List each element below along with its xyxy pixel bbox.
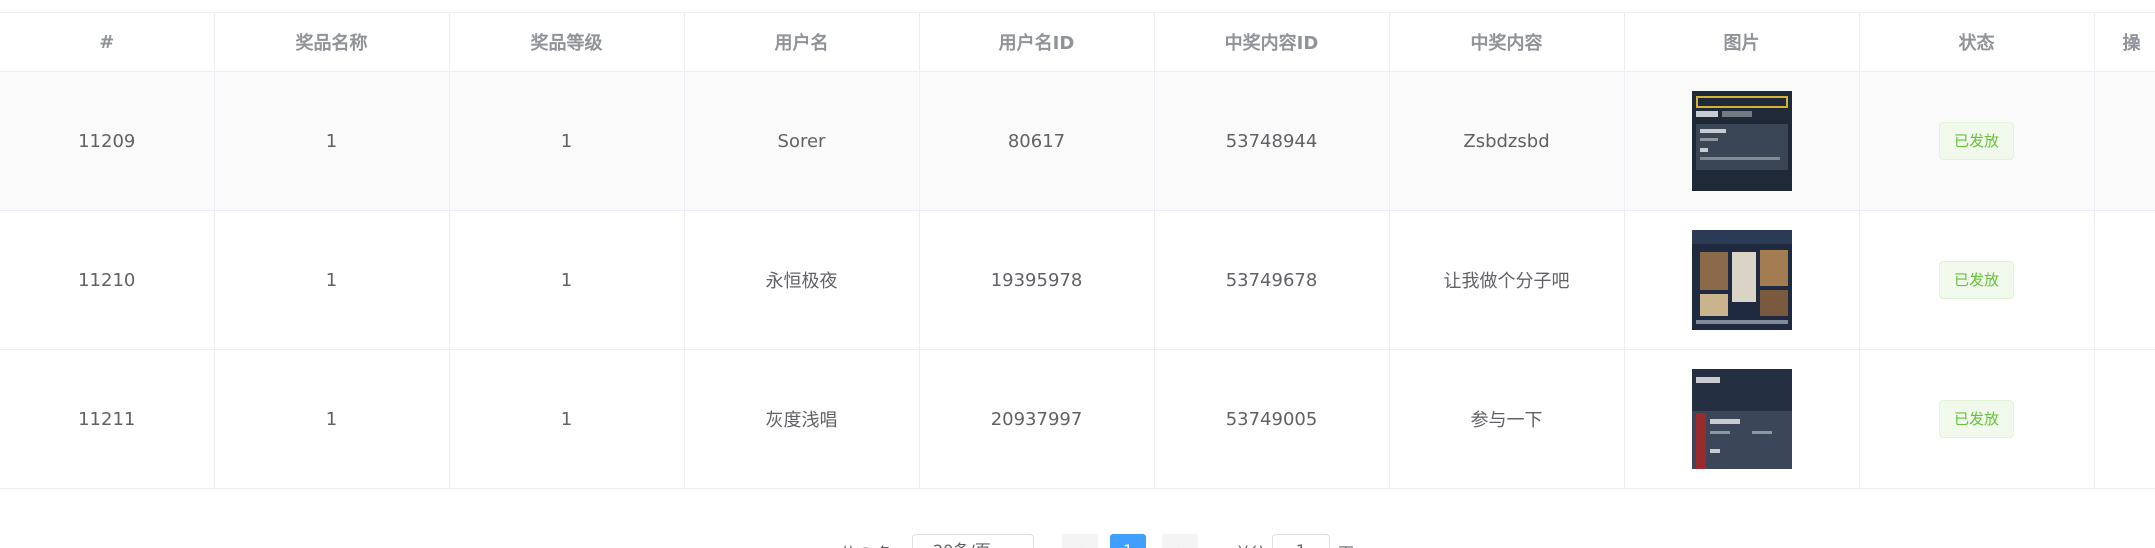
- cell-user-id: 80617: [919, 71, 1155, 211]
- page-number-button[interactable]: 1: [1110, 534, 1146, 548]
- cell-content-id: 53749678: [1154, 210, 1390, 350]
- cell-index: 11211: [0, 349, 215, 489]
- prize-records-table: # 奖品名称 奖品等级 用户名 用户名ID 中奖内容ID 中奖内容 图片 状态 …: [0, 12, 2155, 489]
- cell-prize-level: 1: [449, 71, 685, 211]
- cell-index: 11210: [0, 210, 215, 350]
- cell-image: [1624, 349, 1860, 489]
- header-username: 用户名: [684, 12, 920, 72]
- cell-actions: [2094, 349, 2155, 489]
- cell-prize-level: 1: [449, 349, 685, 489]
- table-header: # 奖品名称 奖品等级 用户名 用户名ID 中奖内容ID 中奖内容 图片 状态 …: [0, 12, 2155, 72]
- header-content-id: 中奖内容ID: [1154, 12, 1390, 72]
- status-badge: 已发放: [1938, 122, 2014, 160]
- cell-image: [1624, 71, 1860, 211]
- page-jump-input[interactable]: 1: [1272, 534, 1330, 548]
- chevron-right-icon[interactable]: ›: [1162, 534, 1198, 548]
- header-prize-name: 奖品名称: [214, 12, 450, 72]
- header-status: 状态: [1859, 12, 2095, 72]
- cell-content: 让我做个分子吧: [1389, 210, 1625, 350]
- table-row: 11210 1 1 永恒极夜 19395978 53749678 让我做个分子吧: [0, 210, 2155, 350]
- screenshot-thumbnail[interactable]: [1691, 91, 1792, 191]
- pagination: 共 3 条 20条/页 ‹ 1 › 前往 1 页: [0, 530, 2155, 548]
- cell-prize-name: 1: [214, 349, 450, 489]
- table-row: 11211 1 1 灰度浅唱 20937997 53749005 参与一下 已发…: [0, 349, 2155, 489]
- screenshot-thumbnail[interactable]: [1691, 369, 1792, 469]
- header-prize-level: 奖品等级: [449, 12, 685, 72]
- header-actions: 操: [2094, 12, 2155, 72]
- pagination-total: 共 3 条: [840, 540, 892, 548]
- chevron-left-icon[interactable]: ‹: [1062, 534, 1098, 548]
- cell-index: 11209: [0, 71, 215, 211]
- cell-prize-name: 1: [214, 71, 450, 211]
- cell-user-id: 20937997: [919, 349, 1155, 489]
- goto-label: 前往: [1235, 540, 1267, 548]
- cell-status: 已发放: [1859, 349, 2095, 489]
- cell-username: 永恒极夜: [684, 210, 920, 350]
- table-row: 11209 1 1 Sorer 80617 53748944 Zsbdzsbd: [0, 71, 2155, 211]
- cell-actions: [2094, 71, 2155, 211]
- cell-actions: [2094, 210, 2155, 350]
- cell-username: Sorer: [684, 71, 920, 211]
- prize-records-page: # 奖品名称 奖品等级 用户名 用户名ID 中奖内容ID 中奖内容 图片 状态 …: [0, 0, 2155, 548]
- cell-status: 已发放: [1859, 210, 2095, 350]
- cell-content: Zsbdzsbd: [1389, 71, 1625, 211]
- cell-prize-name: 1: [214, 210, 450, 350]
- page-size-select[interactable]: 20条/页: [912, 534, 1034, 548]
- status-badge: 已发放: [1938, 261, 2014, 299]
- cell-username: 灰度浅唱: [684, 349, 920, 489]
- header-user-id: 用户名ID: [919, 12, 1155, 72]
- header-image: 图片: [1624, 12, 1860, 72]
- header-index: #: [0, 12, 215, 72]
- cell-content-id: 53749005: [1154, 349, 1390, 489]
- header-row: # 奖品名称 奖品等级 用户名 用户名ID 中奖内容ID 中奖内容 图片 状态 …: [0, 12, 2155, 72]
- cell-status: 已发放: [1859, 71, 2095, 211]
- cell-prize-level: 1: [449, 210, 685, 350]
- header-content: 中奖内容: [1389, 12, 1625, 72]
- status-badge: 已发放: [1938, 400, 2014, 438]
- cell-user-id: 19395978: [919, 210, 1155, 350]
- table-body: 11209 1 1 Sorer 80617 53748944 Zsbdzsbd: [0, 71, 2155, 489]
- screenshot-thumbnail[interactable]: [1691, 230, 1792, 330]
- page-suffix-label: 页: [1338, 540, 1354, 548]
- cell-content-id: 53748944: [1154, 71, 1390, 211]
- cell-content: 参与一下: [1389, 349, 1625, 489]
- cell-image: [1624, 210, 1860, 350]
